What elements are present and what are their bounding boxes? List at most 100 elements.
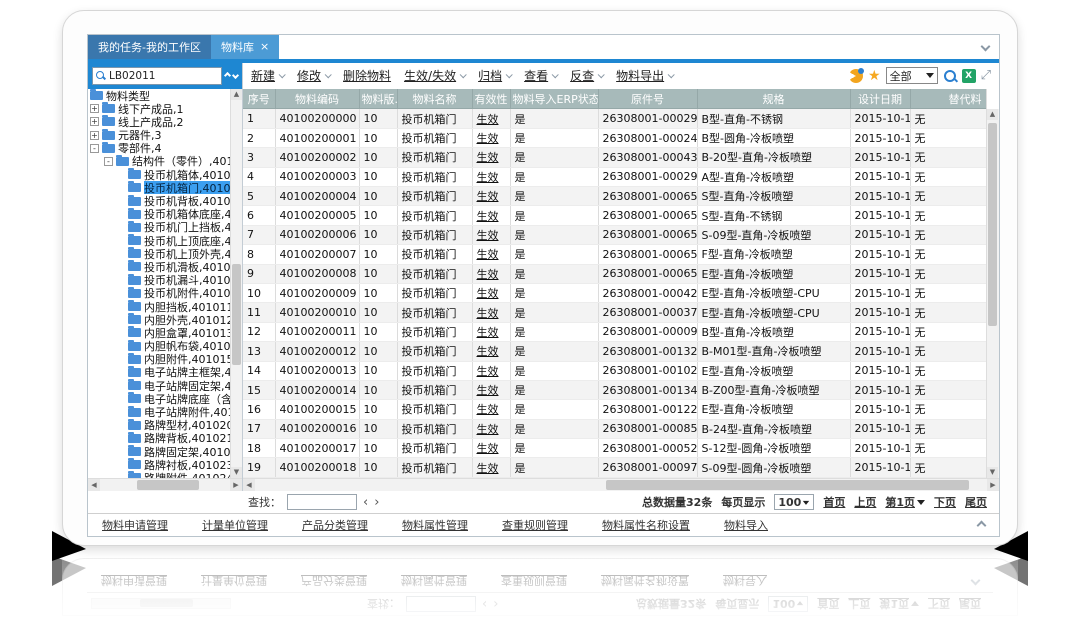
scope-select[interactable]: 全部 [886, 67, 938, 84]
cell-validity[interactable]: 生效 [472, 128, 510, 147]
tree-node[interactable]: 投币机箱体底座,4010 [88, 208, 230, 221]
tab-my-workspace[interactable]: 我的任务-我的工作区 [88, 35, 211, 59]
table-row[interactable]: 18 40100200017 10 投币机箱门 生效 是 26308001-00… [243, 439, 986, 458]
tree-node[interactable]: 投币机漏斗,401009 [88, 274, 230, 287]
tree-toggle-icon[interactable]: - [104, 157, 113, 166]
column-header[interactable]: 有效性 [472, 89, 510, 109]
cell-validity[interactable]: 生效 [472, 458, 510, 477]
tree-node[interactable]: 内胆外壳,401012 [88, 313, 230, 326]
cell-validity[interactable]: 生效 [472, 167, 510, 186]
cell-validity[interactable]: 生效 [472, 303, 510, 322]
excel-export-icon[interactable]: X [962, 69, 976, 83]
chevron-up-icon[interactable] [977, 520, 987, 530]
bottom-link[interactable]: 物料导入 [724, 517, 768, 533]
tree-node[interactable]: 投币机背板,401003 [88, 194, 230, 207]
table-row[interactable]: 2 40100200001 10 投币机箱门 生效 是 26308001-000… [243, 128, 986, 147]
bottom-link[interactable]: 物料属性名称设置 [602, 517, 690, 533]
next-page-link[interactable]: 下页 [934, 494, 956, 510]
last-page-link[interactable]: 尾页 [965, 494, 987, 510]
scroll-thumb[interactable] [988, 123, 997, 326]
tree-node[interactable]: 路牌附件,401024 [88, 471, 230, 478]
table-row[interactable]: 3 40100200002 10 投币机箱门 生效 是 26308001-000… [243, 148, 986, 167]
tree-horizontal-scrollbar[interactable]: ◀ ▶ [88, 478, 242, 491]
tree-node[interactable]: 投币机上顶底座,4010 [88, 234, 230, 247]
tree-toggle-icon[interactable]: + [90, 131, 99, 140]
tree-node[interactable]: 投币机门上挡板,4010 [88, 221, 230, 234]
table-row[interactable]: 4 40100200003 10 投币机箱门 生效 是 26308001-000… [243, 167, 986, 186]
scroll-right-icon[interactable]: ▶ [230, 479, 242, 491]
toolbar-button[interactable]: 归档 [478, 67, 511, 84]
table-row[interactable]: 5 40100200004 10 投币机箱门 生效 是 26308001-000… [243, 187, 986, 206]
tree-node[interactable]: 路牌型材,401020 [88, 419, 230, 432]
column-header[interactable]: 原件号 [598, 89, 697, 109]
table-row[interactable]: 13 40100200012 10 投币机箱门 生效 是 26308001-00… [243, 342, 986, 361]
column-header[interactable]: 序号 [243, 89, 275, 109]
tree-node[interactable]: 路牌固定架,401022 [88, 445, 230, 458]
tree-node[interactable]: 投币机附件,401010 [88, 287, 230, 300]
cell-validity[interactable]: 生效 [472, 342, 510, 361]
cell-validity[interactable]: 生效 [472, 109, 510, 128]
tree-node[interactable]: - 零部件,4 [88, 142, 230, 155]
cell-validity[interactable]: 生效 [472, 187, 510, 206]
tree-search-input[interactable]: LB02011 [92, 67, 222, 85]
column-header[interactable]: 物料导入ERP状态 [510, 89, 598, 109]
close-icon[interactable]: × [260, 41, 269, 52]
scroll-up-icon[interactable]: ▲ [231, 89, 242, 100]
grid-vertical-scrollbar[interactable]: ▲ ▼ [986, 109, 999, 478]
scroll-left-icon[interactable]: ◀ [88, 479, 100, 491]
tree-node[interactable]: 投币机滑板,401008 [88, 260, 230, 273]
scroll-down-icon[interactable]: ▼ [231, 467, 242, 478]
chevron-down-icon[interactable] [981, 42, 991, 52]
scroll-up-icon[interactable]: ▲ [987, 109, 998, 120]
toolbar-button[interactable]: 修改 [297, 67, 330, 84]
cell-validity[interactable]: 生效 [472, 361, 510, 380]
tree-node[interactable]: 投币机上顶外壳,4010 [88, 247, 230, 260]
table-row[interactable]: 9 40100200008 10 投币机箱门 生效 是 26308001-000… [243, 264, 986, 283]
cell-validity[interactable]: 生效 [472, 380, 510, 399]
tree-node[interactable]: + 线上产成品,2 [88, 115, 230, 128]
scroll-thumb[interactable] [606, 480, 969, 490]
table-row[interactable]: 17 40100200016 10 投币机箱门 生效 是 26308001-00… [243, 419, 986, 438]
cell-validity[interactable]: 生效 [472, 225, 510, 244]
table-row[interactable]: 1 40100200000 10 投币机箱门 生效 是 26308001-000… [243, 109, 986, 128]
tree-toggle-icon[interactable]: + [90, 104, 99, 113]
tree-node[interactable]: 物料类型 [88, 89, 230, 102]
tree-node[interactable]: 投币机箱门,401002 [88, 181, 230, 194]
tree-node[interactable]: 路牌背板,401021 [88, 432, 230, 445]
favorite-color-icon[interactable] [849, 69, 863, 83]
column-header[interactable]: 替代料 [910, 89, 986, 109]
grid-horizontal-scrollbar[interactable]: ◀ ▶ [243, 478, 999, 491]
table-row[interactable]: 19 40100200018 10 投币机箱门 生效 是 26308001-00… [243, 458, 986, 477]
current-page-select[interactable]: 第1页 [885, 494, 925, 510]
scroll-thumb[interactable] [232, 264, 241, 365]
first-page-link[interactable]: 首页 [823, 494, 845, 510]
table-row[interactable]: 7 40100200006 10 投币机箱门 生效 是 26308001-000… [243, 225, 986, 244]
tree-node[interactable]: 电子站牌固定架,4010 [88, 379, 230, 392]
tree-vertical-scrollbar[interactable]: ▲ ▼ [230, 89, 242, 478]
bottom-link[interactable]: 产品分类管理 [302, 517, 368, 533]
toolbar-button[interactable]: 生效/失效 [404, 67, 465, 84]
tree-node[interactable]: + 线下产成品,1 [88, 102, 230, 115]
search-next-icon[interactable] [232, 72, 239, 79]
table-row[interactable]: 8 40100200007 10 投币机箱门 生效 是 26308001-000… [243, 245, 986, 264]
cell-validity[interactable]: 生效 [472, 206, 510, 225]
toolbar-button[interactable]: 新建 [251, 67, 284, 84]
scroll-left-icon[interactable]: ◀ [243, 479, 255, 491]
tree-node[interactable]: + 元器件,3 [88, 129, 230, 142]
bottom-link[interactable]: 查重规则管理 [502, 517, 568, 533]
tree-node[interactable]: 内胆挡板,401011 [88, 300, 230, 313]
search-icon[interactable] [943, 69, 957, 83]
find-input[interactable] [287, 494, 357, 510]
scroll-right-icon[interactable]: ▶ [987, 479, 999, 491]
column-header[interactable]: 设计日期 [850, 89, 910, 109]
toolbar-button[interactable]: 删除物料 [343, 67, 391, 84]
toolbar-button[interactable]: 物料导出 [616, 67, 673, 84]
tree-node[interactable]: - 结构件（零件）,401 [88, 155, 230, 168]
column-header[interactable]: 物料版... [359, 89, 397, 109]
tree-node[interactable]: 内胆附件,401015 [88, 353, 230, 366]
search-prev-icon[interactable] [224, 72, 231, 79]
bottom-link[interactable]: 物料申请管理 [102, 517, 168, 533]
cell-validity[interactable]: 生效 [472, 439, 510, 458]
bottom-link[interactable]: 物料属性管理 [402, 517, 468, 533]
toolbar-button[interactable]: 查看 [524, 67, 557, 84]
